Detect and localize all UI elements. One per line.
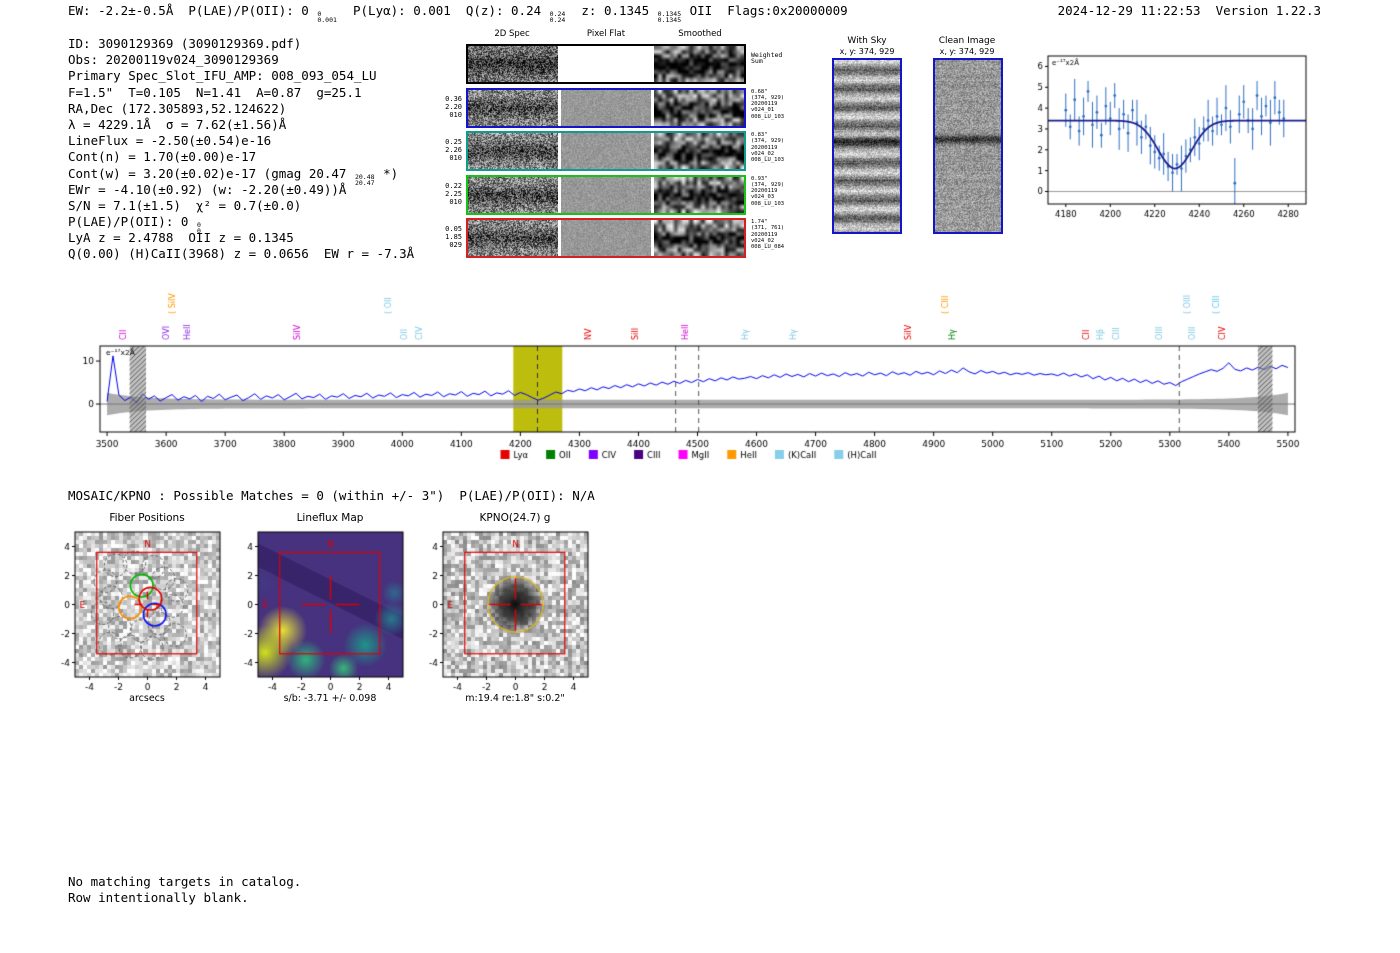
info-line: Cont(n) = 1.70(±0.00)e-17: [68, 149, 257, 165]
fiber-positions-xlabel: arcsecs: [129, 693, 165, 704]
spec2d-col-header-2dspec: 2D Spec: [494, 29, 530, 39]
spec2d-cell: [654, 133, 744, 169]
header-summary: EW: -2.2±-0.5Å P(LAE)/P(OII): 0 0 0.001 P…: [68, 3, 848, 25]
spec2d-row: [466, 44, 746, 84]
spec2d-row-scale-label: 0.05 1.85 029: [445, 225, 462, 249]
spec2d-cell: [654, 220, 744, 256]
footer-blank-row: Row intentionally blank.: [68, 889, 249, 905]
spec2d-row-info-label: 0.68" (374, 929) 20200119 v024_01 008_LU…: [751, 88, 785, 120]
spec2d-row-info-label: Weighted Sum: [751, 51, 783, 66]
spec2d-strips: [466, 44, 746, 262]
spec2d-cell: [561, 89, 651, 126]
lineflux-map-cutout: [223, 522, 418, 694]
spec2d-cell: [654, 176, 744, 213]
clean-image-cutout: [933, 58, 1003, 234]
spec2d-cell: [468, 89, 558, 126]
spec2d-row-info-label: 0.83" (374, 929) 20200119 v024_02 008_LU…: [751, 132, 785, 164]
spec2d-cell: [468, 220, 558, 256]
info-line: λ = 4229.1Å σ = 7.62(±1.56)Å: [68, 116, 287, 132]
with-sky-title: With Sky: [847, 36, 887, 46]
kpno-g-xlabel: m:19.4 re:1.8" s:0.2": [465, 693, 565, 704]
info-line: ID: 3090129369 (3090129369.pdf): [68, 36, 302, 51]
info-line: F=1.5" T=0.105 N=1.41 A=0.87 g=25.1: [68, 84, 362, 100]
spec2d-col-header-smoothed: Smoothed: [678, 29, 722, 39]
line-fit-zoom-plot: [1020, 48, 1312, 230]
spec2d-cell: [654, 89, 744, 126]
spec2d-cell: [468, 133, 558, 169]
info-line: Q(0.00) (H)CaII(3968) z = 0.0656 EW r = …: [68, 246, 415, 262]
with-sky-image: [834, 60, 900, 232]
spec2d-cell: [561, 176, 651, 213]
header-timestamp-version: 2024-12-29 11:22:53 Version 1.22.3: [1057, 3, 1321, 18]
info-line: LineFlux = -2.50(±0.54)e-16: [68, 133, 272, 149]
lineflux-map-xlabel: s/b: -3.71 +/- 0.098: [283, 693, 377, 704]
full-spectrum-plot: [75, 270, 1305, 470]
fiber-positions-cutout: [40, 522, 235, 694]
info-line: P(LAE)/P(OII): 0 00: [68, 214, 201, 236]
elixer-detection-report: EW: -2.2±-0.5Å P(LAE)/P(OII): 0 0 0.001 P…: [0, 0, 1400, 953]
spec2d-row-scale-label: 0.36 2.20 010: [445, 94, 462, 119]
spec2d-cell: [654, 46, 744, 82]
footer-no-targets: No matching targets in catalog.: [68, 874, 302, 889]
spec2d-cell: [468, 46, 558, 82]
footer-block: No matching targets in catalog. Row inte…: [68, 874, 301, 905]
spec2d-row: [466, 218, 746, 258]
kpno-g-cutout: [408, 522, 603, 694]
detection-info-block: ID: 3090129369 (3090129369.pdf) Obs: 2020…: [68, 36, 414, 263]
clean-image-coords: x, y: 374, 929: [939, 47, 995, 56]
info-line: LyA z = 2.4788 OII z = 0.1345: [68, 230, 294, 246]
info-line: S/N = 7.1(±1.5) χ² = 0.7(±0.0): [68, 197, 302, 213]
info-line: Primary Spec_Slot_IFU_AMP: 008_093_054_L…: [68, 68, 377, 84]
spec2d-cell: [468, 176, 558, 213]
with-sky-cutout: [832, 58, 902, 234]
spec2d-row: [466, 87, 746, 128]
spec2d-row: [466, 174, 746, 215]
spec2d-cell: [561, 133, 651, 169]
spec2d-row-info-label: 0.93" (374, 929) 20200119 v024_03 008_LU…: [751, 175, 785, 207]
spec2d-cell: [561, 220, 651, 256]
clean-image-image: [935, 60, 1001, 232]
spec2d-row-scale-label: 0.25 2.26 010: [445, 138, 462, 162]
spec2d-col-header-pixelflat: Pixel Flat: [586, 29, 626, 39]
info-line: RA,Dec (172.305893,52.124622): [68, 100, 287, 116]
mosaic-matches-line: MOSAIC/KPNO : Possible Matches = 0 (with…: [68, 488, 595, 503]
clean-image-title: Clean Image: [938, 36, 996, 46]
spec2d-row: [466, 131, 746, 171]
info-line: Obs: 20200119v024_3090129369: [68, 52, 279, 68]
spec2d-row-info-label: 1.74" (371, 761) 20200119 v024_02 008_LU…: [751, 219, 785, 251]
info-line: Cont(w) = 3.20(±0.02)e-17 (gmag 20.47 20…: [68, 165, 399, 187]
spec2d-row-scale-label: 0.22 2.25 010: [445, 181, 462, 206]
with-sky-coords: x, y: 374, 929: [839, 47, 895, 56]
